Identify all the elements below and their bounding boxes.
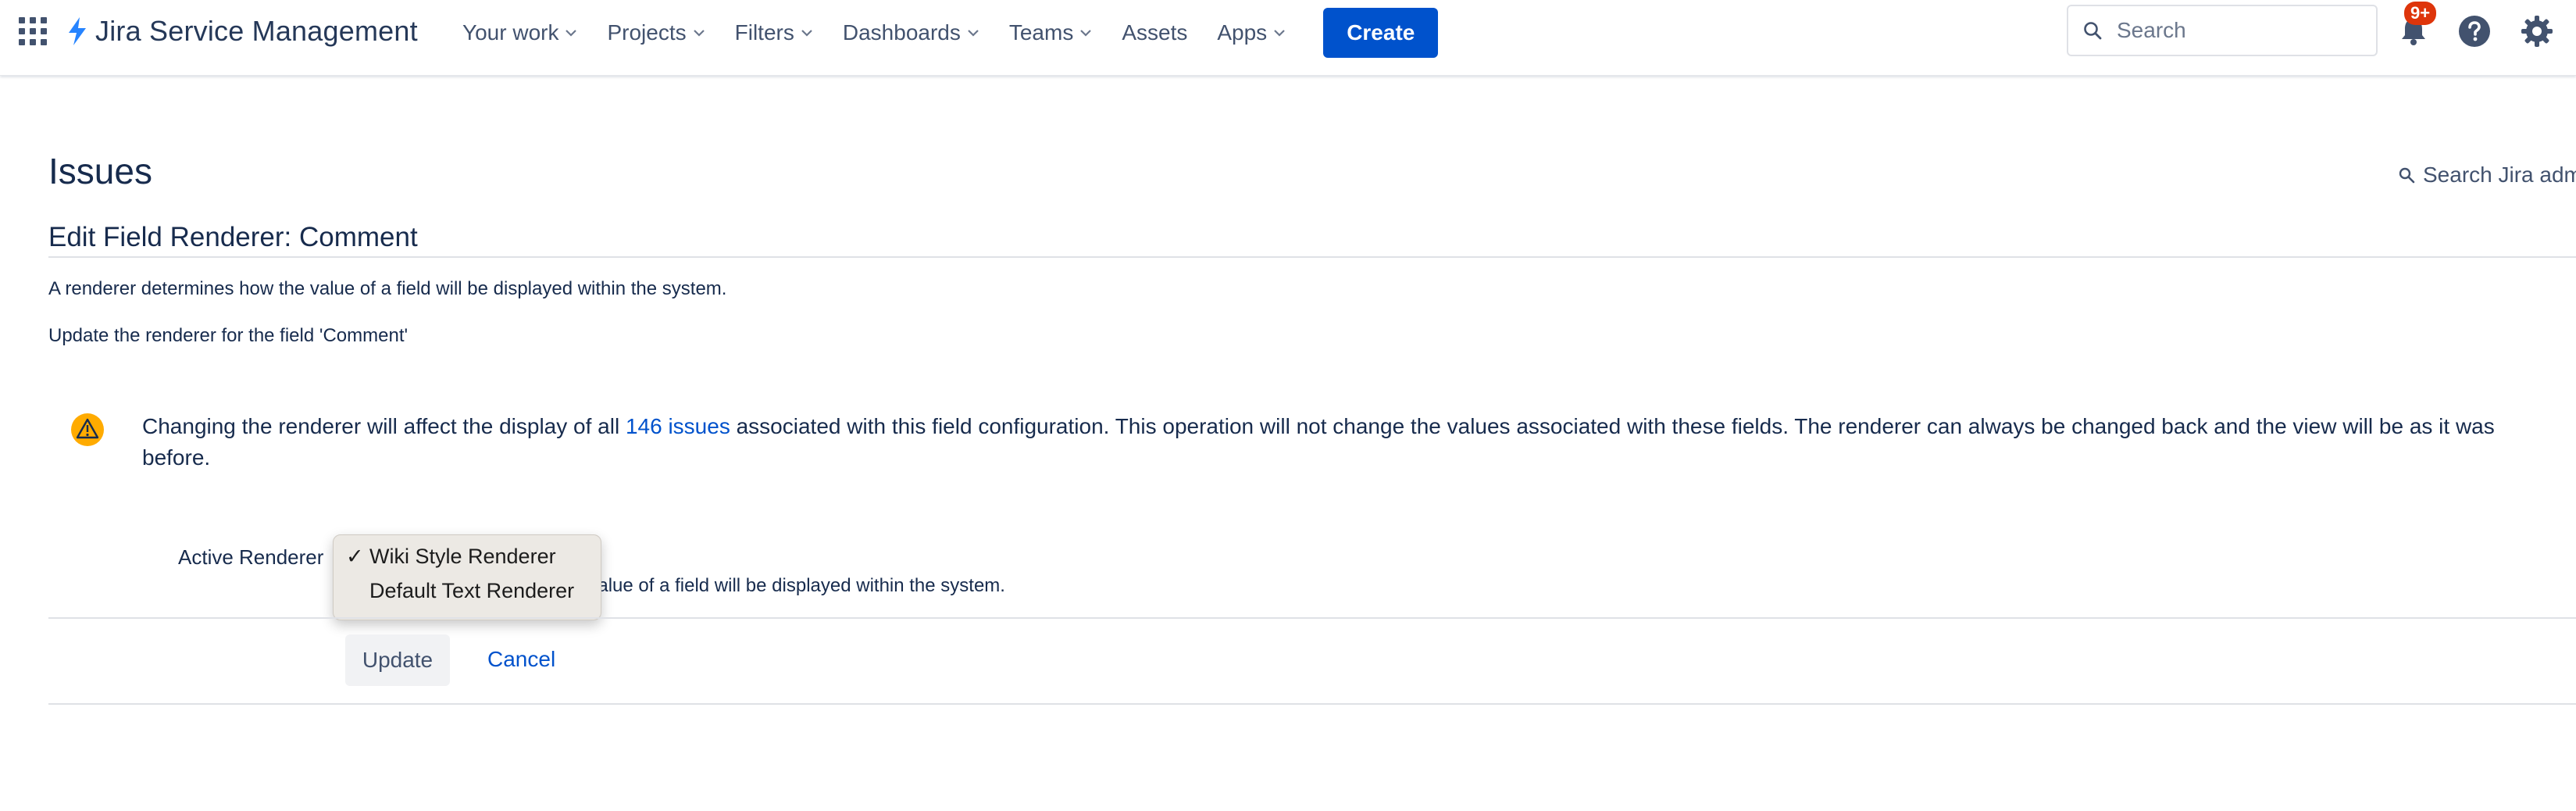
help-icon[interactable] bbox=[2456, 13, 2493, 50]
selected-check-icon: ✓ bbox=[346, 545, 364, 568]
notifications-badge: 9+ bbox=[2404, 2, 2437, 25]
chevron-down-icon bbox=[801, 30, 812, 37]
chevron-down-icon bbox=[693, 30, 705, 37]
nav-projects[interactable]: Projects bbox=[598, 11, 714, 55]
nav-item-label: Dashboards bbox=[842, 20, 961, 45]
settings-icon[interactable] bbox=[2518, 13, 2556, 50]
update-button[interactable]: Update bbox=[345, 634, 450, 686]
search-input[interactable] bbox=[2115, 17, 2353, 44]
warning-message: Changing the renderer will affect the di… bbox=[142, 411, 2564, 473]
nav-filters[interactable]: Filters bbox=[726, 11, 822, 55]
renderer-description: A renderer determines how the value of a… bbox=[48, 278, 727, 299]
option-wiki-style-renderer[interactable]: Wiki Style Renderer bbox=[369, 545, 556, 569]
form-divider-top bbox=[48, 617, 2576, 619]
cancel-link[interactable]: Cancel bbox=[487, 647, 555, 672]
form-divider-bottom bbox=[48, 703, 2576, 705]
section-title: Edit Field Renderer: Comment bbox=[48, 222, 418, 252]
nav-item-label: Assets bbox=[1122, 20, 1188, 45]
app-switcher-icon[interactable] bbox=[19, 17, 48, 47]
chevron-down-icon bbox=[968, 30, 979, 37]
section-divider bbox=[48, 256, 2576, 258]
nav-item-label: Projects bbox=[607, 20, 687, 45]
option-default-text-renderer[interactable]: Default Text Renderer bbox=[369, 579, 574, 603]
page-title: Issues bbox=[48, 151, 152, 191]
chevron-down-icon bbox=[1274, 30, 1285, 37]
jira-logo-icon bbox=[69, 17, 86, 45]
search-jira-admin[interactable]: Search Jira adm bbox=[2398, 163, 2576, 188]
primary-nav: Your work Projects Filters Dashboards Te… bbox=[453, 8, 1439, 58]
search-icon bbox=[2084, 22, 2102, 40]
warning-text-before: Changing the renderer will affect the di… bbox=[142, 414, 626, 438]
create-button[interactable]: Create bbox=[1323, 8, 1439, 58]
search-icon bbox=[2399, 167, 2415, 184]
warning-icon bbox=[71, 413, 104, 446]
nav-assets[interactable]: Assets bbox=[1112, 11, 1197, 55]
nav-your-work[interactable]: Your work bbox=[453, 11, 587, 55]
product-logo[interactable]: Jira Service Management bbox=[64, 14, 418, 48]
renderer-dropdown-menu[interactable]: ✓ Wiki Style Renderer Default Text Rende… bbox=[333, 534, 601, 620]
admin-search-label: Search Jira adm bbox=[2423, 163, 2576, 187]
nav-item-label: Teams bbox=[1008, 20, 1074, 45]
global-search[interactable] bbox=[2067, 5, 2378, 56]
nav-item-label: Apps bbox=[1217, 20, 1268, 45]
nav-teams[interactable]: Teams bbox=[1000, 11, 1101, 55]
top-navigation: Jira Service Management Your work Projec… bbox=[0, 0, 2576, 76]
update-prompt: Update the renderer for the field 'Comme… bbox=[48, 325, 409, 346]
issues-link[interactable]: 146 issues bbox=[626, 414, 730, 438]
nav-dashboards[interactable]: Dashboards bbox=[833, 11, 989, 55]
active-renderer-label: Active Renderer bbox=[178, 545, 324, 569]
nav-apps[interactable]: Apps bbox=[1208, 11, 1295, 55]
chevron-down-icon bbox=[566, 30, 577, 37]
renderer-field-description: he value of a field will be displayed wi… bbox=[562, 575, 1005, 596]
product-name: Jira Service Management bbox=[95, 15, 418, 47]
chevron-down-icon bbox=[1080, 30, 1092, 37]
nav-item-label: Your work bbox=[462, 20, 559, 45]
nav-item-label: Filters bbox=[734, 20, 794, 45]
